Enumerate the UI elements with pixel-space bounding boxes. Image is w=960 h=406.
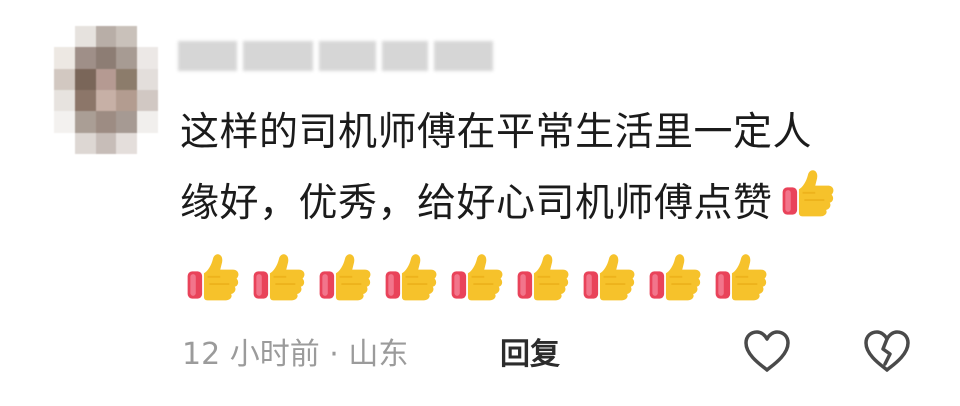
thumbs-up-icon: [580, 246, 638, 308]
thumbs-up-icon: [250, 246, 308, 308]
reply-button[interactable]: 回复: [500, 329, 560, 373]
heart-icon[interactable]: [742, 328, 792, 378]
comment-meta: 12 小时前 · 山东: [182, 337, 409, 372]
comment-line-1: 这样的司机师傅在平常生活里一定人: [180, 110, 813, 155]
avatar[interactable]: [54, 26, 158, 154]
broken-heart-icon[interactable]: [862, 328, 912, 378]
thumbs-up-row: [184, 246, 770, 308]
username-obscured[interactable]: [178, 34, 493, 78]
thumbs-up-icon: [316, 246, 374, 308]
comment-line-2-text: 缘好，优秀，给好心司机师傅点赞: [180, 181, 773, 226]
thumbs-up-icon: [184, 246, 242, 308]
thumbs-up-icon: [712, 246, 770, 308]
thumbs-up-icon: [646, 246, 704, 308]
thumbs-up-icon: [514, 246, 572, 308]
thumbs-up-icon: [382, 246, 440, 308]
comment-line-2: 缘好，优秀，给好心司机师傅点赞: [180, 166, 920, 245]
comment-footer: 12 小时前 · 山东 回复: [182, 330, 922, 372]
thumbs-up-icon: [779, 162, 837, 241]
thumbs-up-icon: [448, 246, 506, 308]
comment-text: 这样的司机师傅在平常生活里一定人 缘好，优秀，给好心司机师傅点赞: [180, 100, 920, 245]
